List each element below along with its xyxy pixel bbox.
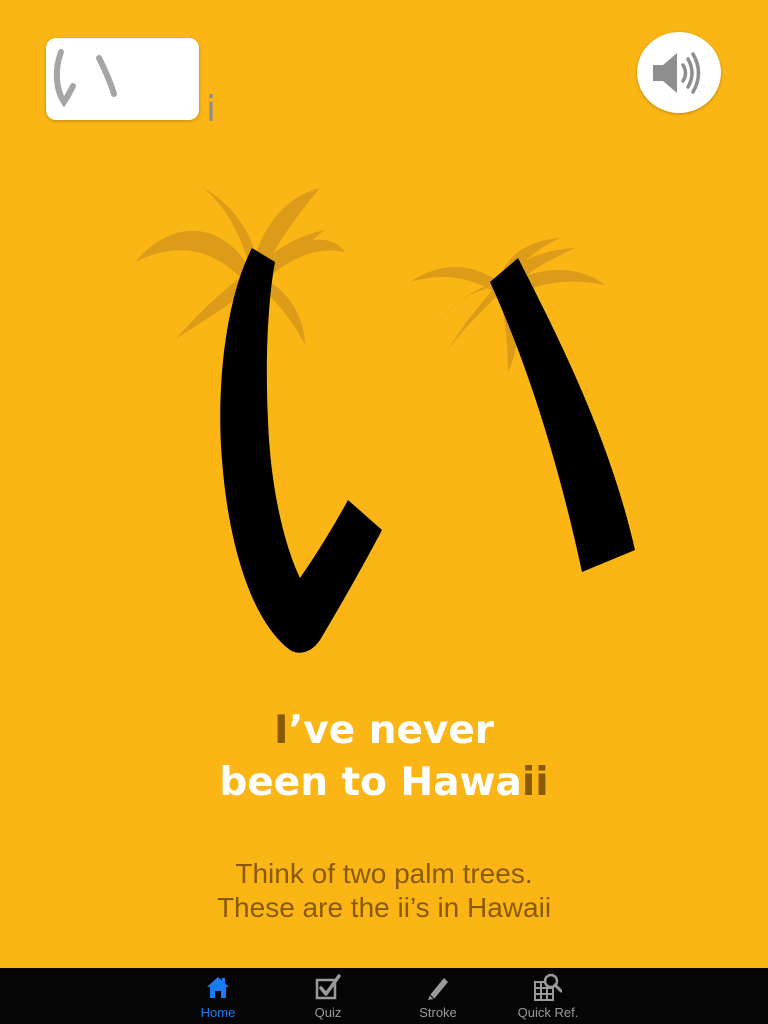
tab-quick-ref-label: Quick Ref. [517, 1005, 579, 1020]
romaji-label: i [205, 89, 216, 130]
kana-illustration [135, 186, 635, 653]
kana-card[interactable]: i [46, 38, 216, 128]
tab-bar: Home Quiz Stroke Quick Ref. [0, 968, 768, 1024]
mnemonic-highlight-i: I [273, 708, 289, 753]
mnemonic-text: I’ve never been to Hawaii [0, 705, 768, 809]
kana-glyph-small [53, 49, 117, 108]
description-text: Think of two palm trees. These are the i… [0, 857, 768, 925]
mnemonic-line2: been to Hawa [219, 760, 522, 805]
kana-stroke-2 [490, 258, 635, 572]
tab-home-label: Home [200, 1005, 236, 1020]
sound-button[interactable] [637, 32, 721, 113]
pencil-icon [428, 978, 448, 1000]
tab-quiz[interactable]: Quiz [288, 968, 368, 1024]
tab-home[interactable]: Home [178, 968, 258, 1024]
kana-stroke-1 [220, 248, 382, 653]
mnemonic-highlight-ii: ii [521, 760, 549, 805]
grid-search-icon [534, 973, 562, 1001]
description-line-1: Think of two palm trees. [235, 858, 533, 889]
tab-quiz-label: Quiz [314, 1005, 342, 1020]
quiz-checkbox-icon [315, 974, 341, 1000]
home-icon [207, 977, 229, 998]
tab-stroke-label: Stroke [419, 1005, 457, 1020]
tab-quick-ref[interactable]: Quick Ref. [508, 968, 588, 1024]
mnemonic-line1: ’ve never [288, 708, 495, 753]
tab-stroke[interactable]: Stroke [398, 968, 478, 1024]
speaker-icon [653, 52, 701, 94]
description-line-2: These are the ii’s in Hawaii [216, 892, 552, 923]
